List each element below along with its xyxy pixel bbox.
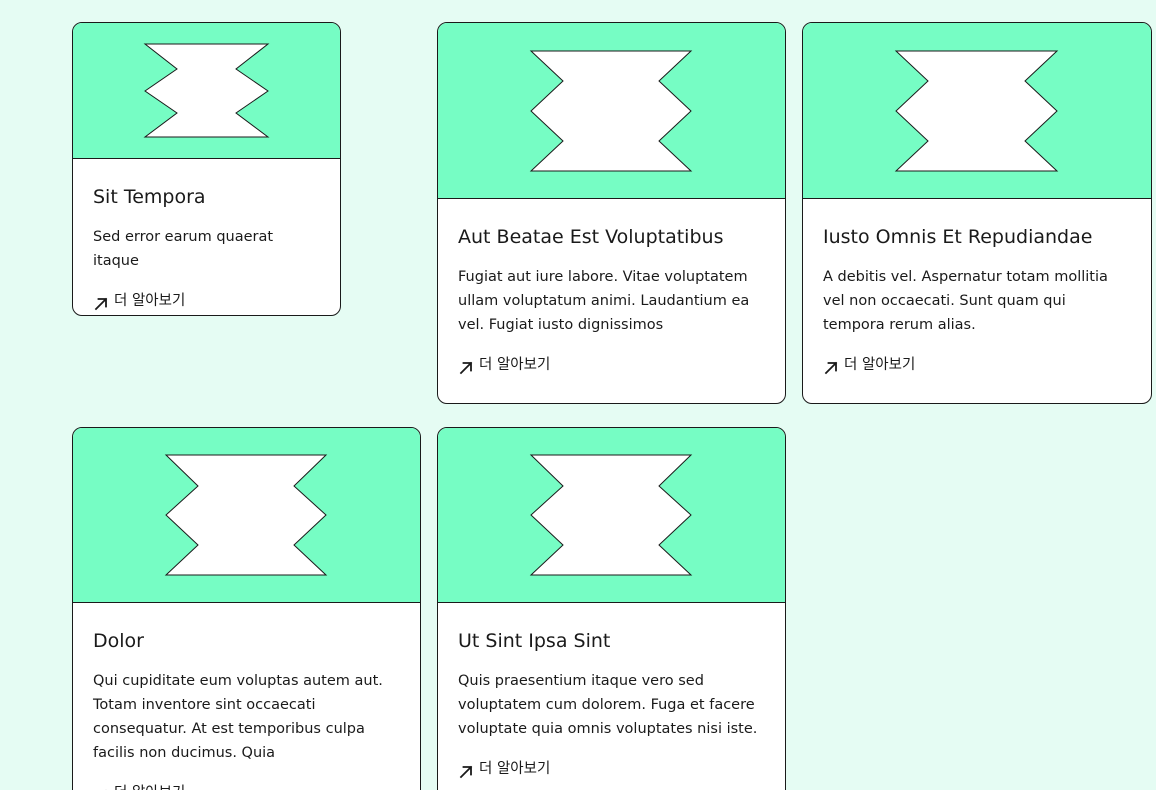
arrow-up-right-icon (94, 297, 108, 310)
card-title: Aut Beatae Est Voluptatibus (458, 226, 724, 248)
card: Sit Tempora Sed error earum quaerat itaq… (72, 22, 341, 316)
learn-more-link[interactable]: 더 알아보기 (93, 781, 185, 790)
card-image (73, 428, 420, 603)
learn-more-label: 더 알아보기 (114, 781, 185, 790)
card-title: Dolor (93, 630, 144, 652)
card: Iusto Omnis Et Repudiandae A debitis vel… (802, 22, 1152, 404)
arrow-up-right-icon (459, 765, 473, 778)
card-title: Sit Tempora (93, 186, 206, 208)
card: Dolor Qui cupiditate eum voluptas autem … (72, 427, 421, 790)
learn-more-label: 더 알아보기 (479, 357, 551, 373)
banner-shape-icon (164, 454, 328, 576)
card-body: Sit Tempora Sed error earum quaerat itaq… (73, 159, 340, 315)
card-image (73, 23, 340, 159)
card-image (438, 23, 785, 199)
card-description: Fugiat aut iure labore. Vitae voluptatem… (458, 269, 750, 333)
card-body: Aut Beatae Est Voluptatibus Fugiat aut i… (438, 199, 785, 379)
learn-more-link[interactable]: 더 알아보기 (93, 289, 185, 313)
learn-more-link[interactable]: 더 알아보기 (458, 353, 550, 377)
learn-more-label: 더 알아보기 (114, 293, 186, 309)
learn-more-label: 더 알아보기 (844, 357, 916, 373)
card-description: A debitis vel. Aspernatur totam mollitia… (823, 269, 1108, 333)
card-description: Sed error earum quaerat itaque (93, 229, 274, 269)
card-title: Iusto Omnis Et Repudiandae (823, 226, 1093, 248)
card-image (438, 428, 785, 603)
card-body: Dolor Qui cupiditate eum voluptas autem … (73, 603, 420, 790)
arrow-up-right-icon (824, 361, 838, 374)
card-grid: Sit Tempora Sed error earum quaerat itaq… (0, 0, 1156, 790)
banner-shape-icon (143, 43, 270, 138)
card-body: Ut Sint Ipsa Sint Quis praesentium itaqu… (438, 603, 785, 783)
card-description: Quis praesentium itaque vero sed volupta… (458, 673, 758, 737)
card-image (803, 23, 1151, 199)
banner-shape-icon (894, 50, 1059, 172)
card: Ut Sint Ipsa Sint Quis praesentium itaqu… (437, 427, 786, 790)
banner-shape-icon (529, 454, 693, 576)
learn-more-link[interactable]: 더 알아보기 (823, 353, 915, 377)
card-body: Iusto Omnis Et Repudiandae A debitis vel… (803, 199, 1151, 379)
arrow-up-right-icon (459, 361, 473, 374)
card-description: Qui cupiditate eum voluptas autem aut. T… (93, 673, 383, 761)
banner-shape-icon (529, 50, 693, 172)
arrow-up-right-icon (97, 789, 107, 790)
card: Aut Beatae Est Voluptatibus Fugiat aut i… (437, 22, 786, 404)
card-title: Ut Sint Ipsa Sint (458, 630, 611, 652)
learn-more-link[interactable]: 더 알아보기 (458, 757, 550, 781)
learn-more-label: 더 알아보기 (479, 761, 551, 777)
